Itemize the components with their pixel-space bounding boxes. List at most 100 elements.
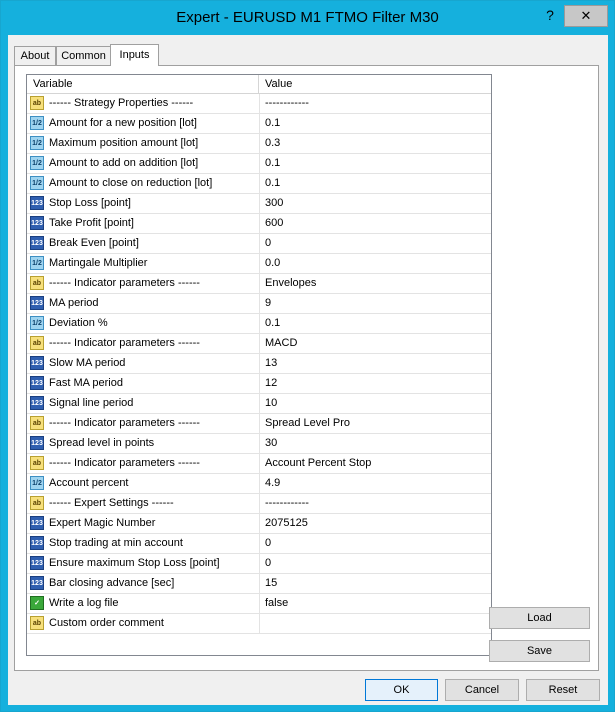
- variable-name: ------ Indicator parameters ------: [49, 417, 200, 429]
- variable-value[interactable]: 13: [265, 354, 277, 373]
- table-row[interactable]: 1/2 Maximum position amount [lot] 0.3: [27, 134, 491, 154]
- variable-value[interactable]: 12: [265, 374, 277, 393]
- variable-value[interactable]: Envelopes: [265, 274, 316, 293]
- variable-value[interactable]: 600: [265, 214, 283, 233]
- variable-value[interactable]: 0.3: [265, 134, 280, 153]
- table-row[interactable]: 123 Signal line period 10: [27, 394, 491, 414]
- variable-cell[interactable]: ab ------ Indicator parameters ------: [27, 414, 260, 433]
- variable-cell[interactable]: 123 Spread level in points: [27, 434, 260, 453]
- variable-cell[interactable]: 123 Stop trading at min account: [27, 534, 260, 553]
- variable-value[interactable]: ------------: [265, 94, 309, 113]
- integer-type-icon: 123: [30, 216, 44, 230]
- integer-type-icon: 123: [30, 196, 44, 210]
- table-row[interactable]: 1/2 Amount to add on addition [lot] 0.1: [27, 154, 491, 174]
- variable-value[interactable]: false: [265, 594, 288, 613]
- help-button[interactable]: ?: [538, 5, 562, 25]
- tab-about[interactable]: About: [14, 46, 56, 65]
- table-row[interactable]: ab ------ Indicator parameters ------ Spre…: [27, 414, 491, 434]
- variable-value[interactable]: 2075125: [265, 514, 308, 533]
- table-row[interactable]: 1/2 Amount for a new position [lot] 0.1: [27, 114, 491, 134]
- table-row[interactable]: 123 Fast MA period 12: [27, 374, 491, 394]
- column-header-variable[interactable]: Variable: [27, 75, 259, 93]
- variable-value[interactable]: 30: [265, 434, 277, 453]
- variable-value[interactable]: 4.9: [265, 474, 280, 493]
- title-bar[interactable]: Expert - EURUSD M1 FTMO Filter M30 ? ✕: [1, 1, 614, 35]
- table-row[interactable]: 123 Expert Magic Number 2075125: [27, 514, 491, 534]
- table-row[interactable]: 123 Slow MA period 13: [27, 354, 491, 374]
- variable-cell[interactable]: 1/2 Amount to close on reduction [lot]: [27, 174, 260, 193]
- save-button[interactable]: Save: [489, 640, 590, 662]
- table-row[interactable]: 123 Take Profit [point] 600: [27, 214, 491, 234]
- variable-name: Spread level in points: [49, 437, 155, 449]
- variable-name: Amount for a new position [lot]: [49, 117, 197, 129]
- variable-value[interactable]: 15: [265, 574, 277, 593]
- variable-cell[interactable]: 123 Slow MA period: [27, 354, 260, 373]
- variable-value[interactable]: 0.1: [265, 174, 280, 193]
- variable-cell[interactable]: 123 Signal line period: [27, 394, 260, 413]
- table-row[interactable]: 123 Bar closing advance [sec] 15: [27, 574, 491, 594]
- variable-cell[interactable]: 123 Ensure maximum Stop Loss [point]: [27, 554, 260, 573]
- table-row[interactable]: 123 Stop trading at min account 0: [27, 534, 491, 554]
- table-row[interactable]: 1/2 Account percent 4.9: [27, 474, 491, 494]
- variable-value[interactable]: 0: [265, 234, 271, 253]
- table-row[interactable]: 123 Break Even [point] 0: [27, 234, 491, 254]
- variable-value[interactable]: 9: [265, 294, 271, 313]
- variable-value[interactable]: 10: [265, 394, 277, 413]
- variable-value[interactable]: 300: [265, 194, 283, 213]
- variable-cell[interactable]: ✓ Write a log file: [27, 594, 260, 613]
- table-row[interactable]: 1/2 Deviation % 0.1: [27, 314, 491, 334]
- close-button[interactable]: ✕: [564, 5, 608, 27]
- variable-cell[interactable]: 1/2 Amount for a new position [lot]: [27, 114, 260, 133]
- variable-cell[interactable]: 123 Fast MA period: [27, 374, 260, 393]
- table-row[interactable]: 123 Ensure maximum Stop Loss [point] 0: [27, 554, 491, 574]
- variable-cell[interactable]: ab Custom order comment: [27, 614, 260, 633]
- variable-cell[interactable]: 123 Take Profit [point]: [27, 214, 260, 233]
- variable-cell[interactable]: 1/2 Amount to add on addition [lot]: [27, 154, 260, 173]
- variable-value[interactable]: 0: [265, 554, 271, 573]
- table-row[interactable]: 123 MA period 9: [27, 294, 491, 314]
- variable-cell[interactable]: ab ------ Indicator parameters ------: [27, 454, 260, 473]
- table-row[interactable]: ab ------ Indicator parameters ------ Enve…: [27, 274, 491, 294]
- table-row[interactable]: 123 Stop Loss [point] 300: [27, 194, 491, 214]
- variable-value[interactable]: 0.0: [265, 254, 280, 273]
- variable-cell[interactable]: 123 Break Even [point]: [27, 234, 260, 253]
- variable-cell[interactable]: 123 Expert Magic Number: [27, 514, 260, 533]
- variable-value[interactable]: MACD: [265, 334, 297, 353]
- variable-value[interactable]: 0.1: [265, 114, 280, 133]
- table-row[interactable]: 123 Spread level in points 30: [27, 434, 491, 454]
- variable-cell[interactable]: 123 MA period: [27, 294, 260, 313]
- variable-value[interactable]: ------------: [265, 494, 309, 513]
- table-row[interactable]: 1/2 Amount to close on reduction [lot] 0.1: [27, 174, 491, 194]
- reset-button[interactable]: Reset: [526, 679, 600, 701]
- variable-value[interactable]: 0.1: [265, 154, 280, 173]
- table-row[interactable]: ✓ Write a log file false: [27, 594, 491, 614]
- load-button[interactable]: Load: [489, 607, 590, 629]
- table-row[interactable]: ab ------ Indicator parameters ------ Acco…: [27, 454, 491, 474]
- column-header-value[interactable]: Value: [259, 75, 491, 93]
- variable-cell[interactable]: 1/2 Maximum position amount [lot]: [27, 134, 260, 153]
- variable-cell[interactable]: 1/2 Account percent: [27, 474, 260, 493]
- cancel-button[interactable]: Cancel: [445, 679, 519, 701]
- variable-cell[interactable]: 1/2 Martingale Multiplier: [27, 254, 260, 273]
- table-row[interactable]: ab ------ Expert Settings ------ ---------…: [27, 494, 491, 514]
- variable-cell[interactable]: 123 Stop Loss [point]: [27, 194, 260, 213]
- table-row[interactable]: ab Custom order comment: [27, 614, 491, 634]
- table-row[interactable]: 1/2 Martingale Multiplier 0.0: [27, 254, 491, 274]
- table-row[interactable]: ab ------ Indicator parameters ------ MACD: [27, 334, 491, 354]
- variable-name: Fast MA period: [49, 377, 123, 389]
- variable-cell[interactable]: ab ------ Strategy Properties ------: [27, 94, 260, 113]
- variable-value[interactable]: Account Percent Stop: [265, 454, 371, 473]
- tab-common[interactable]: Common: [56, 46, 111, 65]
- ok-button[interactable]: OK: [365, 679, 438, 701]
- variable-cell[interactable]: ab ------ Indicator parameters ------: [27, 334, 260, 353]
- variable-cell[interactable]: ab ------ Expert Settings ------: [27, 494, 260, 513]
- string-type-icon: ab: [30, 456, 44, 470]
- tab-inputs[interactable]: Inputs: [110, 44, 159, 66]
- variable-value[interactable]: 0.1: [265, 314, 280, 333]
- variable-cell[interactable]: 1/2 Deviation %: [27, 314, 260, 333]
- variable-cell[interactable]: ab ------ Indicator parameters ------: [27, 274, 260, 293]
- table-row[interactable]: ab ------ Strategy Properties ------ -----…: [27, 94, 491, 114]
- variable-value[interactable]: Spread Level Pro: [265, 414, 350, 433]
- variable-cell[interactable]: 123 Bar closing advance [sec]: [27, 574, 260, 593]
- variable-value[interactable]: 0: [265, 534, 271, 553]
